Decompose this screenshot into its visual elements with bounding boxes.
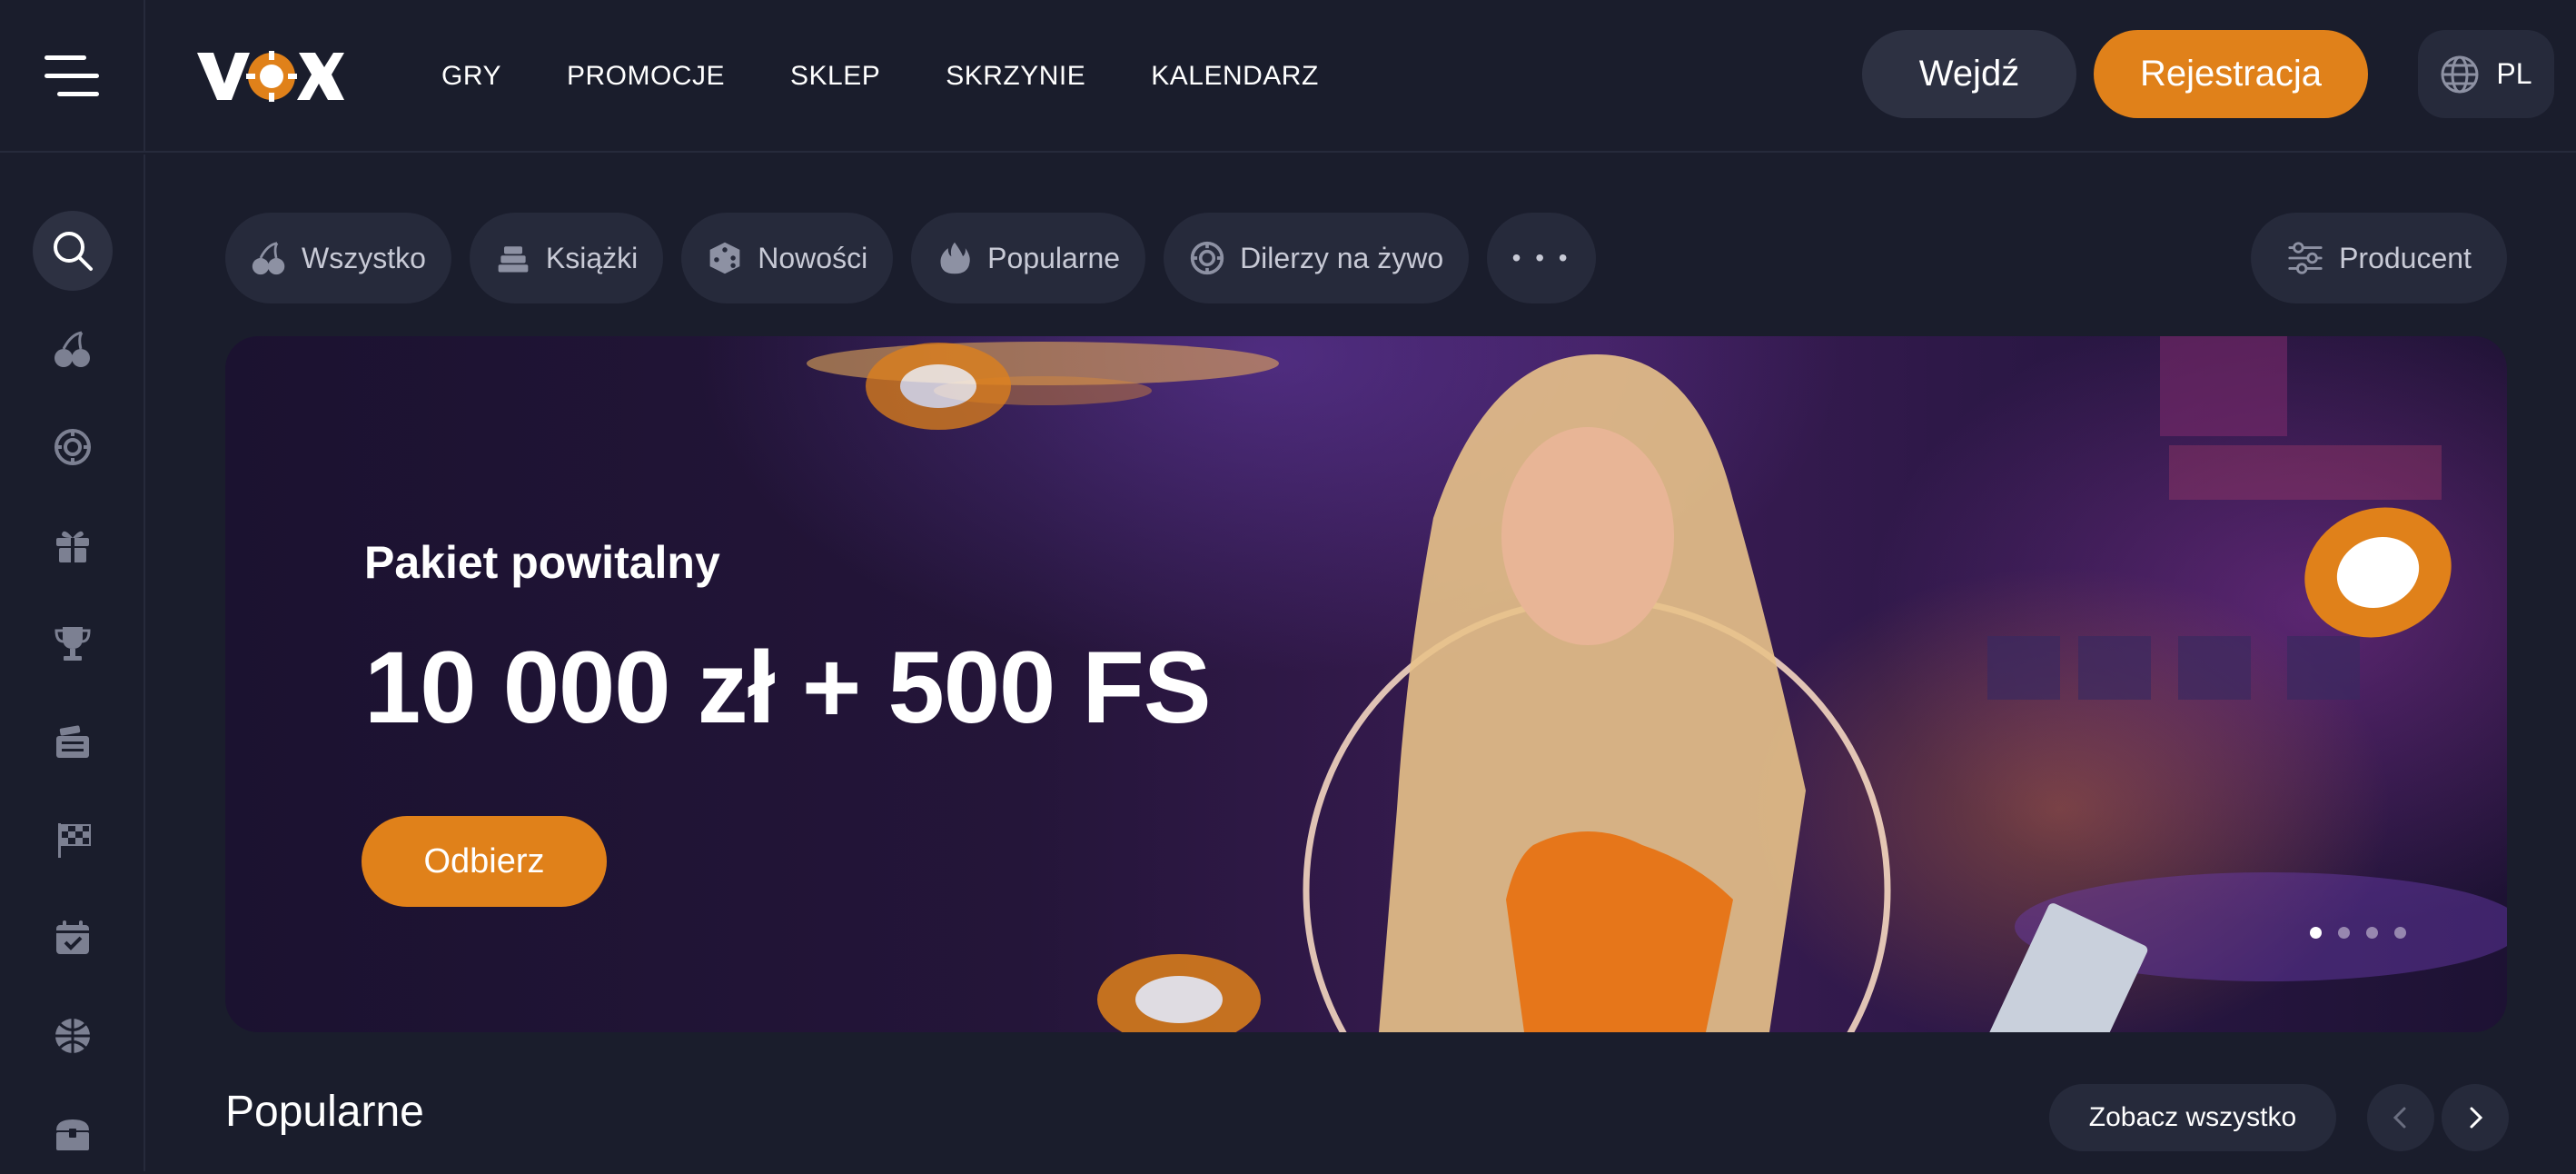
nav-skrzynie[interactable]: SKRZYNIE (946, 61, 1085, 92)
carousel-prev-button[interactable] (2367, 1084, 2434, 1151)
dice-icon (709, 242, 740, 274)
language-selector[interactable]: PL (2418, 30, 2554, 118)
chevron-right-icon (2470, 1107, 2483, 1129)
flame-icon (940, 242, 970, 274)
claim-bonus-button[interactable]: Odbierz (362, 816, 607, 907)
lottery-icon (56, 725, 89, 758)
filter-new[interactable]: Nowości (681, 213, 894, 303)
carousel-next-button[interactable] (2442, 1084, 2509, 1151)
main-nav: GRY PROMOCJE SKLEP SKRZYNIE KALENDARZ (441, 0, 1319, 153)
filter-books-label: Książki (545, 241, 639, 274)
banner-title: 10 000 zł + 500 FS (364, 631, 1212, 744)
sidebar-calendar[interactable] (33, 898, 113, 978)
carousel-dot-2[interactable] (2338, 927, 2350, 939)
top-header: GRY PROMOCJE SKLEP SKRZYNIE KALENDARZ We… (0, 0, 2576, 153)
filter-new-label: Nowości (758, 241, 868, 274)
filter-popular[interactable]: Popularne (911, 213, 1146, 303)
language-code: PL (2496, 57, 2532, 90)
see-all-button[interactable]: Zobacz wszystko (2049, 1084, 2336, 1151)
cherries-icon (54, 331, 90, 367)
vox-logo-mark (197, 51, 344, 102)
chevron-left-icon (2393, 1107, 2406, 1129)
nav-gry[interactable]: GRY (441, 61, 501, 92)
carousel-indicators (2310, 927, 2406, 939)
poker-chip-icon (1190, 241, 1224, 275)
racing-flag-icon (58, 823, 91, 858)
cherries-icon (252, 242, 285, 275)
sidebar-treasure[interactable] (33, 1094, 113, 1174)
filter-popular-label: Popularne (987, 241, 1121, 274)
gift-icon (56, 531, 89, 562)
register-button[interactable]: Rejestracja (2094, 30, 2368, 118)
sidebar-races[interactable] (33, 800, 113, 880)
filter-books[interactable]: Książki (469, 213, 664, 303)
filter-live-dealers[interactable]: Dilerzy na żywo (1164, 213, 1470, 303)
treasure-chest-icon (56, 1119, 89, 1150)
sidebar-promotions[interactable] (33, 505, 113, 585)
nav-kalendarz[interactable]: KALENDARZ (1151, 61, 1319, 92)
poker-chip-icon (54, 429, 91, 465)
carousel-dot-3[interactable] (2366, 927, 2378, 939)
vox-logo[interactable] (195, 44, 344, 109)
sidebar-casino[interactable] (33, 407, 113, 487)
carousel-dot-4[interactable] (2394, 927, 2406, 939)
more-dots-icon: • • • (1511, 244, 1571, 272)
nav-sklep[interactable]: SKLEP (790, 61, 880, 92)
producer-label: Producent (2339, 241, 2472, 274)
sliders-icon (2288, 242, 2323, 274)
category-filters: Wszystko Książki Nowości Popularne Diler… (225, 213, 1597, 303)
filter-all[interactable]: Wszystko (225, 213, 451, 303)
trophy-icon (54, 627, 91, 661)
banner-subtitle: Pakiet powitalny (364, 537, 720, 588)
filter-live-dealers-label: Dilerzy na żywo (1240, 241, 1444, 274)
globe-icon (2441, 55, 2479, 93)
producer-filter-button[interactable]: Producent (2251, 213, 2507, 303)
section-title-popular: Popularne (225, 1088, 424, 1136)
sports-ball-icon (55, 1019, 90, 1053)
filter-all-label: Wszystko (302, 241, 426, 274)
hamburger-menu-icon (45, 55, 99, 96)
filter-more-button[interactable]: • • • (1487, 213, 1597, 303)
menu-toggle-button[interactable] (0, 0, 145, 153)
login-button[interactable]: Wejdź (1862, 30, 2076, 118)
search-icon (54, 232, 93, 271)
sidebar-lottery[interactable] (33, 701, 113, 781)
calendar-check-icon (56, 920, 89, 954)
books-icon (498, 246, 529, 273)
promo-banner[interactable]: Pakiet powitalny 10 000 zł + 500 FS Odbi… (225, 336, 2507, 1032)
sidebar-search[interactable] (33, 211, 113, 291)
sidebar-tournaments[interactable] (33, 603, 113, 683)
sidebar-slots[interactable] (33, 309, 113, 389)
nav-promocje[interactable]: PROMOCJE (567, 61, 725, 92)
carousel-dot-1[interactable] (2310, 927, 2322, 939)
left-sidebar (0, 154, 145, 1171)
sidebar-sports[interactable] (33, 996, 113, 1076)
